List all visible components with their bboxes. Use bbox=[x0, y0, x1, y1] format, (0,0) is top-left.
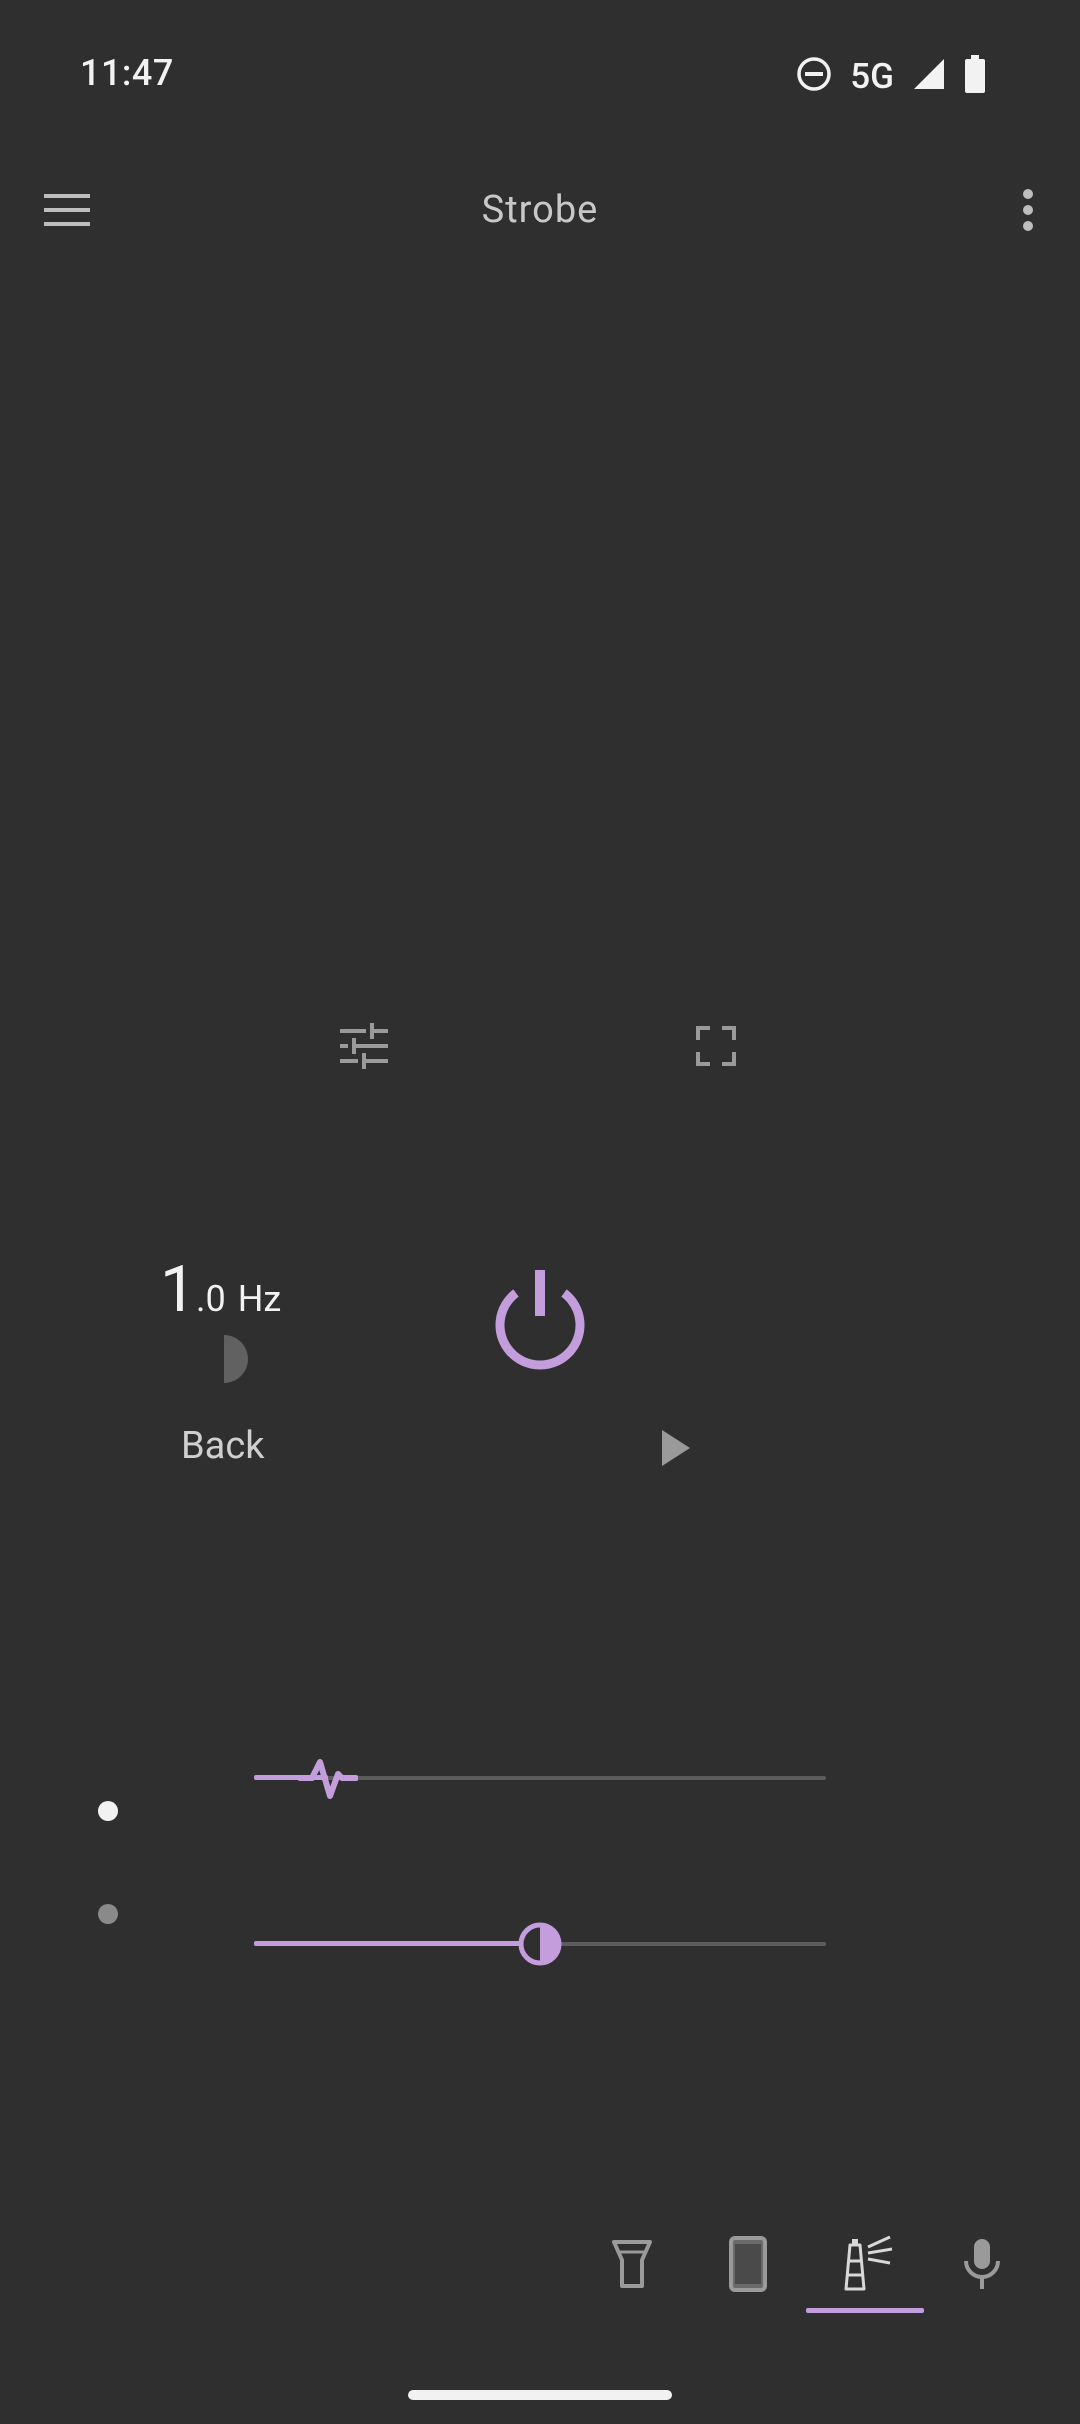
frequency-decimal: .0 bbox=[195, 1278, 226, 1320]
app-bar: Strobe bbox=[0, 150, 1080, 270]
status-time: 11:47 bbox=[80, 52, 174, 94]
tab-strobe[interactable] bbox=[816, 2216, 916, 2316]
frequency-integer: 1 bbox=[160, 1252, 196, 1327]
fullscreen-button[interactable] bbox=[672, 1004, 760, 1092]
strobe-screen: 11:47 5G Strobe 1.0 Hz Back bbox=[0, 0, 1080, 2424]
duty-cycle-slider[interactable] bbox=[254, 1914, 826, 1974]
strobe-settings-button[interactable] bbox=[320, 1004, 408, 1092]
more-vertical-icon bbox=[1022, 188, 1034, 236]
play-icon bbox=[650, 1430, 698, 1480]
phase-indicator-icon bbox=[200, 1334, 250, 1384]
pulse-wave-icon bbox=[297, 1759, 360, 1812]
frequency-readout: 1.0 Hz bbox=[160, 1252, 281, 1327]
fullscreen-icon bbox=[696, 1026, 736, 1070]
signal-icon bbox=[912, 57, 946, 95]
play-button[interactable] bbox=[650, 1420, 698, 1476]
more-options-button[interactable] bbox=[988, 172, 1068, 252]
selected-tab-indicator bbox=[806, 2308, 924, 2313]
tune-icon bbox=[340, 1023, 388, 1073]
tab-flashlight[interactable] bbox=[582, 2216, 682, 2316]
frequency-slider-indicator bbox=[98, 1801, 118, 1821]
status-bar: 11:47 5G bbox=[0, 0, 1080, 150]
duty-slider-thumb[interactable] bbox=[510, 1914, 570, 1974]
frequency-unit: Hz bbox=[237, 1278, 282, 1320]
battery-icon bbox=[964, 55, 986, 97]
power-button[interactable] bbox=[482, 1260, 598, 1376]
power-icon bbox=[482, 1270, 598, 1380]
duty-slider-fill bbox=[254, 1941, 540, 1946]
tab-screen[interactable] bbox=[698, 2216, 798, 2316]
gesture-navigation-bar[interactable] bbox=[408, 2390, 672, 2400]
flashlight-icon bbox=[610, 2238, 654, 2294]
network-type: 5G bbox=[850, 55, 894, 97]
tab-sound[interactable] bbox=[932, 2216, 1032, 2316]
duty-slider-indicator bbox=[98, 1904, 118, 1924]
do-not-disturb-icon bbox=[796, 56, 832, 96]
phone-screen-icon bbox=[729, 2236, 767, 2296]
page-title: Strobe bbox=[481, 188, 599, 232]
lighthouse-icon bbox=[838, 2235, 894, 2297]
frequency-slider[interactable] bbox=[254, 1748, 826, 1808]
microphone-icon bbox=[962, 2237, 1002, 2295]
mode-label: Back bbox=[181, 1424, 265, 1468]
half-circle-icon bbox=[510, 1922, 570, 1978]
status-icons: 5G bbox=[796, 55, 986, 97]
frequency-slider-thumb[interactable] bbox=[297, 1748, 360, 1808]
